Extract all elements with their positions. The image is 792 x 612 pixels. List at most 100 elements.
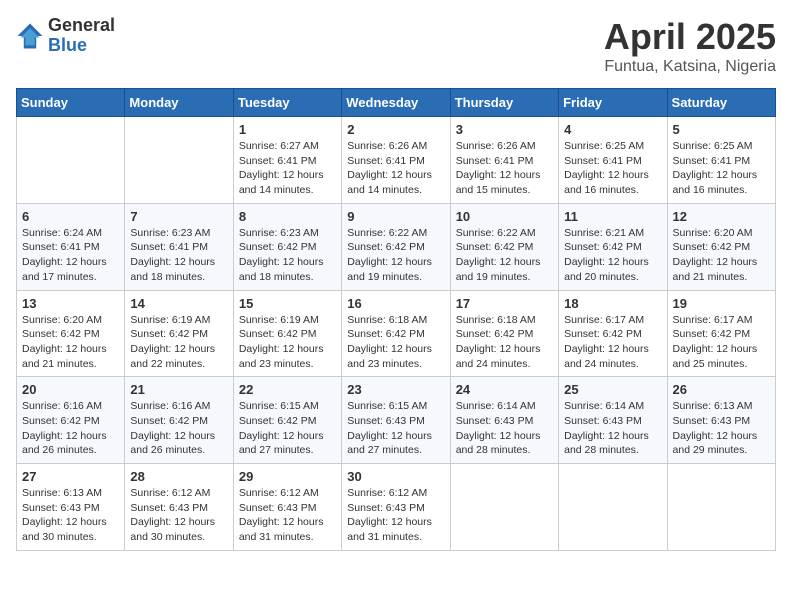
- cell-sun-info: Sunrise: 6:14 AM Sunset: 6:43 PM Dayligh…: [564, 399, 661, 458]
- calendar-cell: 10Sunrise: 6:22 AM Sunset: 6:42 PM Dayli…: [450, 203, 558, 290]
- calendar-cell: 24 Sunrise: 6:14 AM Sunset: 6:43 PM Dayli…: [450, 377, 558, 464]
- cell-sun-info: Sunrise: 6:16 AM Sunset: 6:42 PM Dayligh…: [130, 399, 227, 458]
- calendar-cell: 17Sunrise: 6:18 AM Sunset: 6:42 PM Dayli…: [450, 290, 558, 377]
- cell-sun-info: Sunrise: 6:15 AM Sunset: 6:43 PM Dayligh…: [347, 399, 444, 458]
- cell-sun-info: Sunrise: 6:21 AM Sunset: 6:42 PM Dayligh…: [564, 226, 661, 285]
- day-number: 22: [239, 382, 336, 397]
- weekday-header-sunday: Sunday: [17, 89, 125, 117]
- calendar-cell: 21 Sunrise: 6:16 AM Sunset: 6:42 PM Dayli…: [125, 377, 233, 464]
- cell-sun-info: Sunrise: 6:19 AM Sunset: 6:42 PM Dayligh…: [239, 313, 336, 372]
- day-number: 27: [22, 469, 119, 484]
- cell-sun-info: Sunrise: 6:27 AM Sunset: 6:41 PM Dayligh…: [239, 139, 336, 198]
- day-number: 13: [22, 296, 119, 311]
- calendar-cell: [125, 117, 233, 204]
- calendar-cell: 7Sunrise: 6:23 AM Sunset: 6:41 PM Daylig…: [125, 203, 233, 290]
- day-number: 20: [22, 382, 119, 397]
- day-number: 15: [239, 296, 336, 311]
- calendar-week-row: 27 Sunrise: 6:13 AM Sunset: 6:43 PM Dayli…: [17, 464, 776, 551]
- calendar-cell: 20 Sunrise: 6:16 AM Sunset: 6:42 PM Dayli…: [17, 377, 125, 464]
- cell-sun-info: Sunrise: 6:14 AM Sunset: 6:43 PM Dayligh…: [456, 399, 553, 458]
- cell-sun-info: Sunrise: 6:12 AM Sunset: 6:43 PM Dayligh…: [347, 486, 444, 545]
- calendar-cell: 12Sunrise: 6:20 AM Sunset: 6:42 PM Dayli…: [667, 203, 775, 290]
- weekday-header-tuesday: Tuesday: [233, 89, 341, 117]
- calendar-week-row: 6 Sunrise: 6:24 AM Sunset: 6:41 PM Daylig…: [17, 203, 776, 290]
- cell-sun-info: Sunrise: 6:13 AM Sunset: 6:43 PM Dayligh…: [673, 399, 770, 458]
- cell-sun-info: Sunrise: 6:20 AM Sunset: 6:42 PM Dayligh…: [673, 226, 770, 285]
- day-number: 25: [564, 382, 661, 397]
- cell-sun-info: Sunrise: 6:22 AM Sunset: 6:42 PM Dayligh…: [456, 226, 553, 285]
- day-number: 21: [130, 382, 227, 397]
- day-number: 16: [347, 296, 444, 311]
- calendar-cell: 3 Sunrise: 6:26 AM Sunset: 6:41 PM Daylig…: [450, 117, 558, 204]
- day-number: 8: [239, 209, 336, 224]
- calendar-week-row: 20 Sunrise: 6:16 AM Sunset: 6:42 PM Dayli…: [17, 377, 776, 464]
- cell-sun-info: Sunrise: 6:26 AM Sunset: 6:41 PM Dayligh…: [347, 139, 444, 198]
- cell-sun-info: Sunrise: 6:25 AM Sunset: 6:41 PM Dayligh…: [564, 139, 661, 198]
- calendar-cell: 26Sunrise: 6:13 AM Sunset: 6:43 PM Dayli…: [667, 377, 775, 464]
- day-number: 4: [564, 122, 661, 137]
- calendar-cell: [559, 464, 667, 551]
- calendar-cell: 29 Sunrise: 6:12 AM Sunset: 6:43 PM Dayli…: [233, 464, 341, 551]
- day-number: 18: [564, 296, 661, 311]
- day-number: 9: [347, 209, 444, 224]
- cell-sun-info: Sunrise: 6:23 AM Sunset: 6:42 PM Dayligh…: [239, 226, 336, 285]
- title-block: April 2025 Funtua, Katsina, Nigeria: [604, 16, 776, 76]
- page-header: General Blue April 2025 Funtua, Katsina,…: [16, 16, 776, 76]
- calendar-cell: 9 Sunrise: 6:22 AM Sunset: 6:42 PM Daylig…: [342, 203, 450, 290]
- day-number: 17: [456, 296, 553, 311]
- weekday-header-saturday: Saturday: [667, 89, 775, 117]
- day-number: 29: [239, 469, 336, 484]
- cell-sun-info: Sunrise: 6:18 AM Sunset: 6:42 PM Dayligh…: [347, 313, 444, 372]
- cell-sun-info: Sunrise: 6:17 AM Sunset: 6:42 PM Dayligh…: [564, 313, 661, 372]
- logo-general-text: General: [48, 16, 115, 36]
- calendar-cell: 1 Sunrise: 6:27 AM Sunset: 6:41 PM Daylig…: [233, 117, 341, 204]
- cell-sun-info: Sunrise: 6:15 AM Sunset: 6:42 PM Dayligh…: [239, 399, 336, 458]
- logo-text: General Blue: [48, 16, 115, 56]
- day-number: 23: [347, 382, 444, 397]
- day-number: 28: [130, 469, 227, 484]
- cell-sun-info: Sunrise: 6:17 AM Sunset: 6:42 PM Dayligh…: [673, 313, 770, 372]
- calendar-cell: 18 Sunrise: 6:17 AM Sunset: 6:42 PM Dayli…: [559, 290, 667, 377]
- cell-sun-info: Sunrise: 6:26 AM Sunset: 6:41 PM Dayligh…: [456, 139, 553, 198]
- cell-sun-info: Sunrise: 6:12 AM Sunset: 6:43 PM Dayligh…: [130, 486, 227, 545]
- calendar-location: Funtua, Katsina, Nigeria: [604, 58, 776, 76]
- cell-sun-info: Sunrise: 6:25 AM Sunset: 6:41 PM Dayligh…: [673, 139, 770, 198]
- cell-sun-info: Sunrise: 6:24 AM Sunset: 6:41 PM Dayligh…: [22, 226, 119, 285]
- calendar-cell: 28 Sunrise: 6:12 AM Sunset: 6:43 PM Dayli…: [125, 464, 233, 551]
- day-number: 5: [673, 122, 770, 137]
- day-number: 6: [22, 209, 119, 224]
- calendar-cell: 22 Sunrise: 6:15 AM Sunset: 6:42 PM Dayli…: [233, 377, 341, 464]
- calendar-cell: 19 Sunrise: 6:17 AM Sunset: 6:42 PM Dayli…: [667, 290, 775, 377]
- calendar-table: SundayMondayTuesdayWednesdayThursdayFrid…: [16, 88, 776, 551]
- logo-blue-text: Blue: [48, 36, 115, 56]
- calendar-cell: 14Sunrise: 6:19 AM Sunset: 6:42 PM Dayli…: [125, 290, 233, 377]
- day-number: 24: [456, 382, 553, 397]
- calendar-cell: [667, 464, 775, 551]
- logo-icon: [16, 22, 44, 50]
- day-number: 19: [673, 296, 770, 311]
- calendar-cell: 27 Sunrise: 6:13 AM Sunset: 6:43 PM Dayli…: [17, 464, 125, 551]
- day-number: 1: [239, 122, 336, 137]
- calendar-cell: 13Sunrise: 6:20 AM Sunset: 6:42 PM Dayli…: [17, 290, 125, 377]
- calendar-cell: 23 Sunrise: 6:15 AM Sunset: 6:43 PM Dayli…: [342, 377, 450, 464]
- calendar-cell: 15 Sunrise: 6:19 AM Sunset: 6:42 PM Dayli…: [233, 290, 341, 377]
- cell-sun-info: Sunrise: 6:13 AM Sunset: 6:43 PM Dayligh…: [22, 486, 119, 545]
- calendar-cell: 4 Sunrise: 6:25 AM Sunset: 6:41 PM Daylig…: [559, 117, 667, 204]
- calendar-cell: 30Sunrise: 6:12 AM Sunset: 6:43 PM Dayli…: [342, 464, 450, 551]
- weekday-header-row: SundayMondayTuesdayWednesdayThursdayFrid…: [17, 89, 776, 117]
- calendar-cell: 8 Sunrise: 6:23 AM Sunset: 6:42 PM Daylig…: [233, 203, 341, 290]
- cell-sun-info: Sunrise: 6:23 AM Sunset: 6:41 PM Dayligh…: [130, 226, 227, 285]
- calendar-cell: 5 Sunrise: 6:25 AM Sunset: 6:41 PM Daylig…: [667, 117, 775, 204]
- weekday-header-friday: Friday: [559, 89, 667, 117]
- cell-sun-info: Sunrise: 6:22 AM Sunset: 6:42 PM Dayligh…: [347, 226, 444, 285]
- weekday-header-wednesday: Wednesday: [342, 89, 450, 117]
- day-number: 3: [456, 122, 553, 137]
- cell-sun-info: Sunrise: 6:12 AM Sunset: 6:43 PM Dayligh…: [239, 486, 336, 545]
- day-number: 11: [564, 209, 661, 224]
- day-number: 14: [130, 296, 227, 311]
- cell-sun-info: Sunrise: 6:16 AM Sunset: 6:42 PM Dayligh…: [22, 399, 119, 458]
- calendar-cell: 16 Sunrise: 6:18 AM Sunset: 6:42 PM Dayli…: [342, 290, 450, 377]
- logo: General Blue: [16, 16, 115, 56]
- calendar-cell: 2Sunrise: 6:26 AM Sunset: 6:41 PM Daylig…: [342, 117, 450, 204]
- calendar-cell: 11 Sunrise: 6:21 AM Sunset: 6:42 PM Dayli…: [559, 203, 667, 290]
